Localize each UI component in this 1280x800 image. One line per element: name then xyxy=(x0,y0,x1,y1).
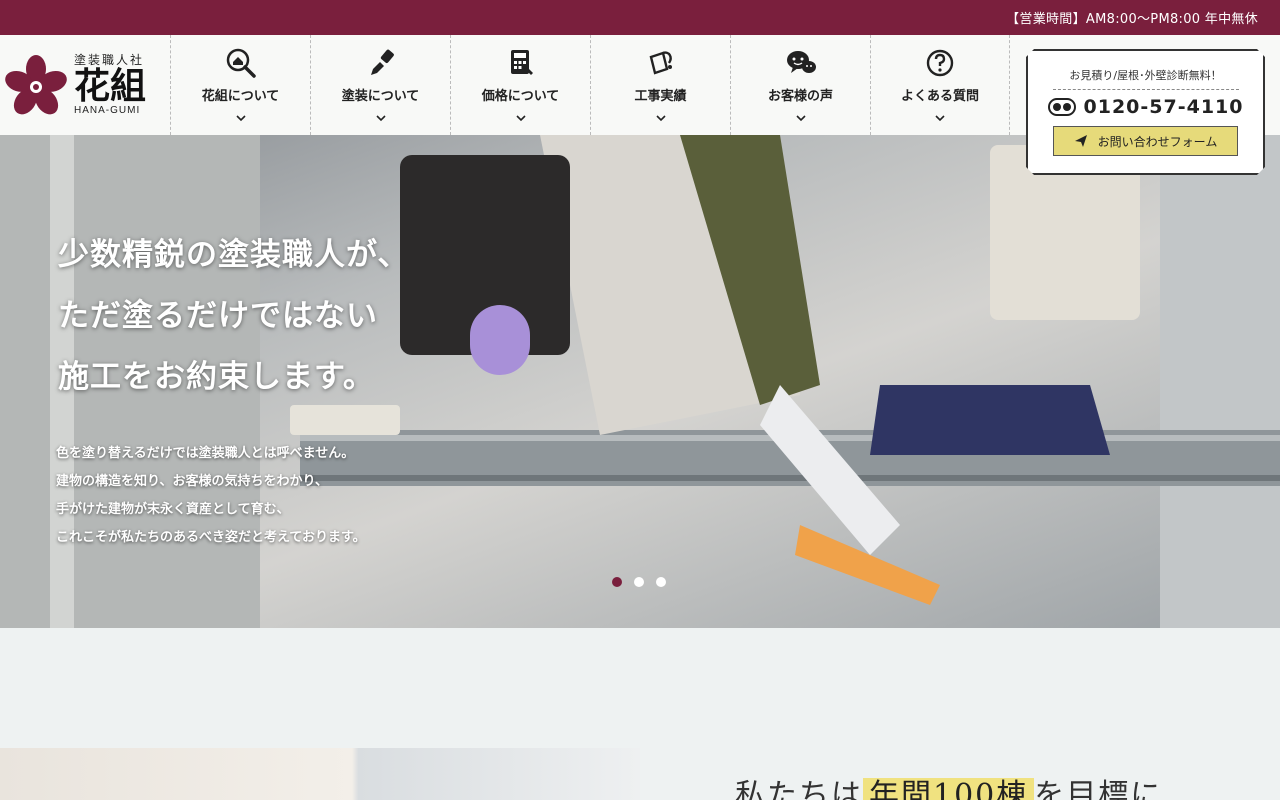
phone-number: 0120-57-4110 xyxy=(1083,96,1244,118)
hero-headline-line: 施工をお約束します。 xyxy=(58,359,375,395)
free-estimate-note: お見積り/屋根･外壁診断無料！ xyxy=(1053,67,1239,90)
nav-item-works[interactable]: 工事実績 xyxy=(590,35,730,135)
brand-name: 花組 xyxy=(74,65,147,107)
nav-label: 花組について xyxy=(201,88,280,104)
section-heading: 私たちは 年間100棟 を目標に xyxy=(735,770,1162,800)
slider-dot-3[interactable] xyxy=(656,577,666,587)
top-bar: 【営業時間】AM8:00〜PM8:00 年中無休 xyxy=(0,0,1280,35)
hero-body-line: 色を塗り替えるだけでは塗装職人とは呼べません。 xyxy=(56,446,355,461)
phone-link[interactable]: 0120-57-4110 xyxy=(1048,96,1244,118)
business-hours: 【営業時間】AM8:00〜PM8:00 年中無休 xyxy=(1006,12,1258,27)
contact-box: お見積り/屋根･外壁診断無料！ 0120-57-4110 お問い合わせフォーム xyxy=(1026,49,1265,175)
contact-form-label: お問い合わせフォーム xyxy=(1097,134,1218,149)
logo[interactable]: 塗装職人社 花組 HANA-GUMI xyxy=(0,35,170,135)
hero-headline-line: ただ塗るだけではない xyxy=(58,298,378,334)
heading-pre: 私たちは xyxy=(735,778,863,800)
slider-dot-2[interactable] xyxy=(634,577,644,587)
nav-item-painting[interactable]: 塗装について xyxy=(310,35,450,135)
brand-roman: HANA-GUMI xyxy=(74,105,141,116)
chevron-down-icon xyxy=(375,114,386,121)
nav-item-about[interactable]: 花組について xyxy=(170,35,310,135)
nav-label: 工事実績 xyxy=(634,88,687,104)
nav-item-faq[interactable]: よくある質問 xyxy=(870,35,1010,135)
paint-brush-icon xyxy=(365,47,397,79)
chevron-down-icon xyxy=(515,114,526,121)
free-dial-icon xyxy=(1048,98,1076,116)
hero-body-line: 手がけた建物が末永く資産として育む、 xyxy=(56,502,290,517)
chevron-down-icon xyxy=(795,114,806,121)
search-house-icon xyxy=(225,47,257,79)
contact-form-button[interactable]: お問い合わせフォーム xyxy=(1053,126,1238,156)
nav-label: お客様の声 xyxy=(767,88,833,104)
chevron-down-icon xyxy=(235,114,246,121)
main-nav: 花組について 塗装について 価格について 工事実績 お客様の声 よくある質問 xyxy=(170,35,1010,135)
paint-bucket-icon xyxy=(645,47,677,79)
speech-bubbles-icon xyxy=(785,47,817,79)
chevron-down-icon xyxy=(935,114,945,121)
nav-item-voices[interactable]: お客様の声 xyxy=(730,35,870,135)
hero-slider: 少数精鋭の塗装職人が、 ただ塗るだけではない 施工をお約束します。 色を塗り替え… xyxy=(0,135,1280,628)
hero-body-line: これこそが私たちのあるべき姿だと考えております。 xyxy=(56,530,366,545)
heading-highlight: 年間100棟 xyxy=(863,778,1035,800)
slider-dots xyxy=(612,577,666,587)
calculator-icon xyxy=(505,47,537,79)
question-icon xyxy=(924,47,956,79)
slider-dot-1[interactable] xyxy=(612,577,622,587)
nav-label: 塗装について xyxy=(341,88,420,104)
nav-item-price[interactable]: 価格について xyxy=(450,35,590,135)
hero-body-line: 建物の構造を知り、お客様の気持ちをわかり、 xyxy=(56,474,328,489)
paper-plane-icon xyxy=(1074,134,1088,148)
hero-headline-line: 少数精鋭の塗装職人が、 xyxy=(58,237,410,273)
section-photo xyxy=(0,748,640,800)
heading-post: を目標に xyxy=(1034,778,1163,800)
intro-section: 私たちは 年間100棟 を目標に xyxy=(0,628,1280,800)
nav-label: よくある質問 xyxy=(900,88,979,104)
chevron-down-icon xyxy=(655,114,666,121)
hero-headline: 少数精鋭の塗装職人が、 ただ塗るだけではない 施工をお約束します。 xyxy=(58,225,409,408)
flower-logo-icon xyxy=(5,55,67,115)
hero-body: 色を塗り替えるだけでは塗装職人とは呼べません。 建物の構造を知り、お客様の気持ち… xyxy=(56,440,366,552)
nav-label: 価格について xyxy=(481,88,560,104)
